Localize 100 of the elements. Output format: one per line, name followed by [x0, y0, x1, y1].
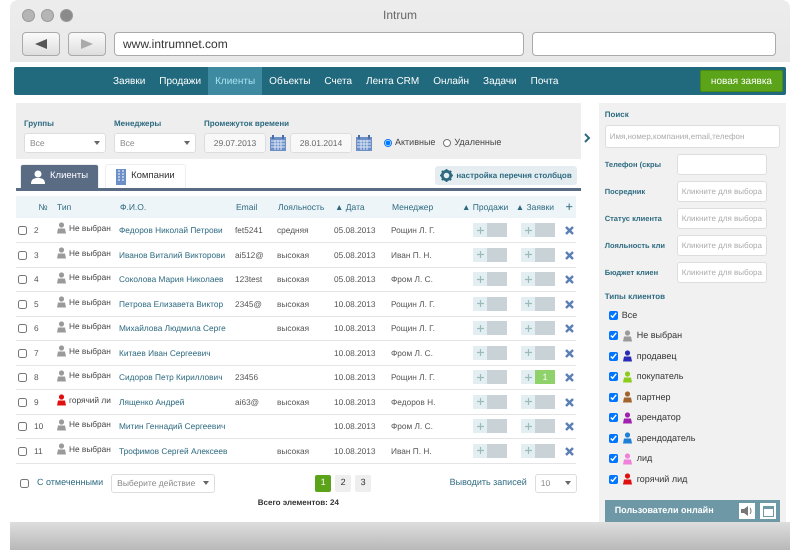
- type-checkbox[interactable]: [608, 413, 618, 422]
- client-name-link[interactable]: Иванов Виталий Викторови: [117, 242, 233, 267]
- type-checkbox[interactable]: [608, 392, 618, 402]
- nav-item[interactable]: Онлайн: [426, 67, 476, 95]
- client-name-link[interactable]: Федоров Николай Петрови: [117, 218, 233, 242]
- client-name-link[interactable]: Петрова Елизавета Виктор: [117, 292, 233, 316]
- action-select[interactable]: Выберите действие: [111, 474, 216, 492]
- delete-icon[interactable]: [565, 348, 574, 358]
- window-control-icon[interactable]: [60, 9, 73, 22]
- filter-field[interactable]: Кликните для выбора: [676, 235, 767, 256]
- select-all-checkbox[interactable]: [20, 478, 29, 488]
- tab[interactable]: Компании: [105, 164, 186, 188]
- delete-icon[interactable]: [565, 373, 574, 382]
- sales-counter[interactable]: [473, 272, 507, 286]
- requests-counter[interactable]: [521, 321, 555, 336]
- sales-counter[interactable]: [473, 248, 507, 262]
- sales-counter[interactable]: [473, 419, 507, 434]
- tab[interactable]: Клиенты: [20, 164, 100, 188]
- row-checkbox[interactable]: [18, 398, 27, 407]
- online-users-bar[interactable]: Пользователи онлайн: [604, 500, 780, 522]
- page-button[interactable]: 1: [315, 474, 332, 492]
- window-icon[interactable]: [762, 506, 774, 516]
- add-column-icon[interactable]: +: [557, 196, 576, 218]
- requests-counter[interactable]: [521, 444, 555, 458]
- row-checkbox[interactable]: [18, 226, 27, 236]
- delete-icon[interactable]: [565, 324, 574, 334]
- filter-field[interactable]: [676, 154, 767, 175]
- search-field[interactable]: Имя,номер,компания,email,телефон: [604, 125, 780, 148]
- type-checkbox[interactable]: [608, 310, 618, 320]
- nav-item[interactable]: Продажи: [152, 67, 208, 95]
- window-control-icon[interactable]: [22, 9, 35, 22]
- delete-icon[interactable]: [565, 422, 574, 432]
- chevron-icon[interactable]: [582, 133, 591, 143]
- nav-item[interactable]: Лента CRM: [359, 67, 426, 95]
- delete-icon[interactable]: [565, 398, 574, 407]
- page-button[interactable]: 2: [335, 474, 352, 492]
- delete-icon[interactable]: [565, 226, 574, 236]
- delete-icon[interactable]: [565, 300, 574, 309]
- row-checkbox[interactable]: [18, 373, 27, 382]
- requests-counter[interactable]: [521, 419, 555, 434]
- column-header[interactable]: Менеджер: [389, 196, 459, 218]
- sales-counter[interactable]: [473, 296, 507, 311]
- sales-counter[interactable]: [473, 346, 507, 360]
- browser-search-field[interactable]: [532, 32, 776, 56]
- type-checkbox[interactable]: [608, 331, 618, 340]
- nav-item[interactable]: Счета: [317, 67, 359, 95]
- column-settings-button[interactable]: настройка перечня столбцов: [435, 166, 577, 185]
- date-field[interactable]: 29.07.2013: [204, 133, 266, 153]
- client-name-link[interactable]: Михайлова Людмила Серге: [117, 316, 233, 340]
- delete-icon[interactable]: [565, 250, 574, 260]
- requests-counter[interactable]: [521, 394, 555, 409]
- calendar-icon[interactable]: [356, 135, 372, 151]
- column-header[interactable]: ▲ Продажи: [459, 196, 509, 218]
- filter-field[interactable]: Кликните для выбора: [676, 208, 767, 229]
- filter-field[interactable]: Кликните для выбора: [676, 181, 767, 202]
- client-name-link[interactable]: Митин Геннадий Сергеевич: [117, 414, 233, 438]
- type-checkbox[interactable]: [608, 434, 618, 443]
- per-page-select[interactable]: 10: [534, 474, 577, 492]
- row-checkbox[interactable]: [18, 250, 27, 260]
- radio-button[interactable]: [443, 139, 452, 147]
- type-checkbox[interactable]: [608, 454, 618, 464]
- sales-counter[interactable]: [473, 370, 507, 384]
- row-checkbox[interactable]: [18, 446, 27, 456]
- requests-counter[interactable]: [521, 296, 555, 311]
- row-checkbox[interactable]: [18, 275, 27, 284]
- row-checkbox[interactable]: [18, 422, 27, 432]
- new-request-button[interactable]: новая заявка: [700, 70, 783, 92]
- type-checkbox[interactable]: [608, 352, 618, 361]
- type-checkbox[interactable]: [608, 372, 618, 382]
- delete-icon[interactable]: [565, 446, 574, 456]
- window-control-icon[interactable]: [41, 9, 54, 22]
- client-name-link[interactable]: Лященко Андрей: [117, 390, 233, 414]
- nav-item[interactable]: Почта: [524, 67, 566, 95]
- page-button[interactable]: 3: [355, 474, 372, 492]
- type-checkbox[interactable]: [608, 474, 618, 484]
- groups-select[interactable]: Все: [24, 133, 106, 153]
- client-name-link[interactable]: Китаев Иван Сергеевич: [117, 340, 233, 365]
- column-header[interactable]: ▲ Дата: [332, 196, 389, 218]
- nav-item[interactable]: Объекты: [262, 67, 318, 95]
- sales-counter[interactable]: [473, 321, 507, 336]
- requests-counter[interactable]: [521, 272, 555, 286]
- requests-counter[interactable]: [521, 248, 555, 262]
- requests-counter[interactable]: [521, 346, 555, 360]
- managers-select[interactable]: Все: [114, 133, 196, 153]
- sales-counter[interactable]: [473, 394, 507, 409]
- row-checkbox[interactable]: [18, 348, 27, 358]
- filter-field[interactable]: Кликните для выбора: [676, 262, 767, 283]
- back-button[interactable]: [22, 32, 60, 56]
- forward-button[interactable]: [68, 32, 106, 56]
- radio-button[interactable]: [384, 139, 392, 147]
- address-bar[interactable]: www.intrumnet.com: [114, 32, 524, 56]
- delete-icon[interactable]: [565, 275, 574, 284]
- column-header[interactable]: ▲ Заявки: [509, 196, 557, 218]
- client-name-link[interactable]: Соколова Мария Николаев: [117, 267, 233, 292]
- date-field[interactable]: 28.01.2014: [290, 133, 352, 153]
- row-checkbox[interactable]: [18, 300, 27, 309]
- nav-item[interactable]: Задачи: [476, 67, 524, 95]
- calendar-icon[interactable]: [270, 135, 286, 151]
- speaker-icon[interactable]: [741, 506, 753, 516]
- client-name-link[interactable]: Трофимов Сергей Алексеев: [117, 438, 233, 463]
